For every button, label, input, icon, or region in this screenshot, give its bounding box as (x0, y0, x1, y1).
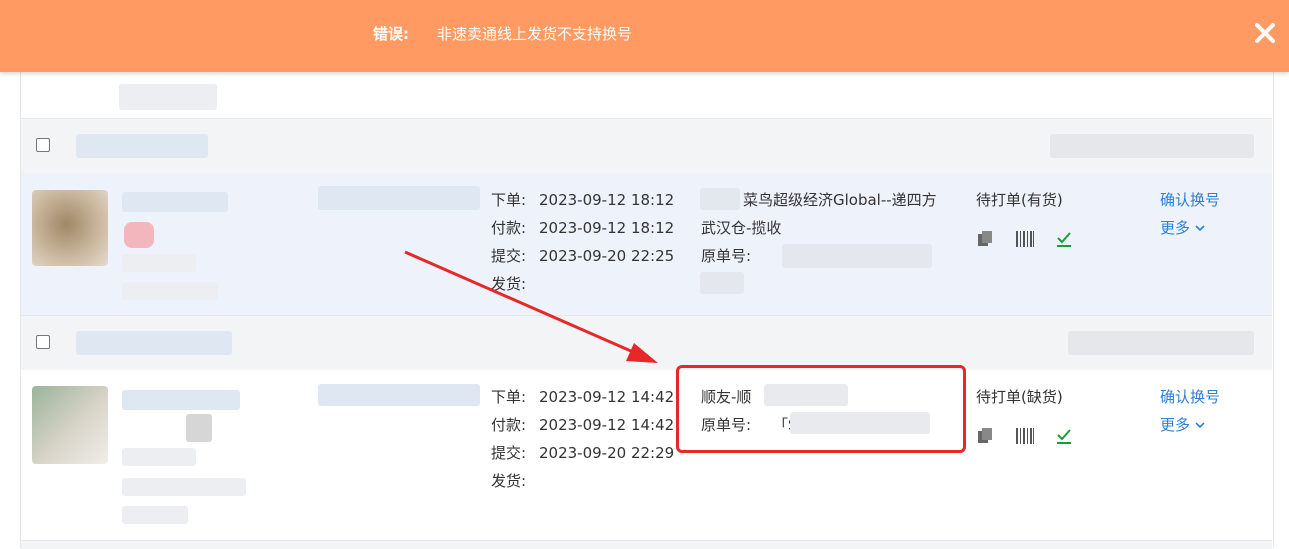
error-label: 错误: (373, 25, 409, 43)
close-icon[interactable] (1251, 19, 1279, 47)
annotation-arrow (404, 250, 658, 363)
error-message: 非速卖通线上发货不支持换号 (437, 25, 633, 43)
error-banner: 错误: 非速卖通线上发货不支持换号 (0, 0, 1289, 72)
